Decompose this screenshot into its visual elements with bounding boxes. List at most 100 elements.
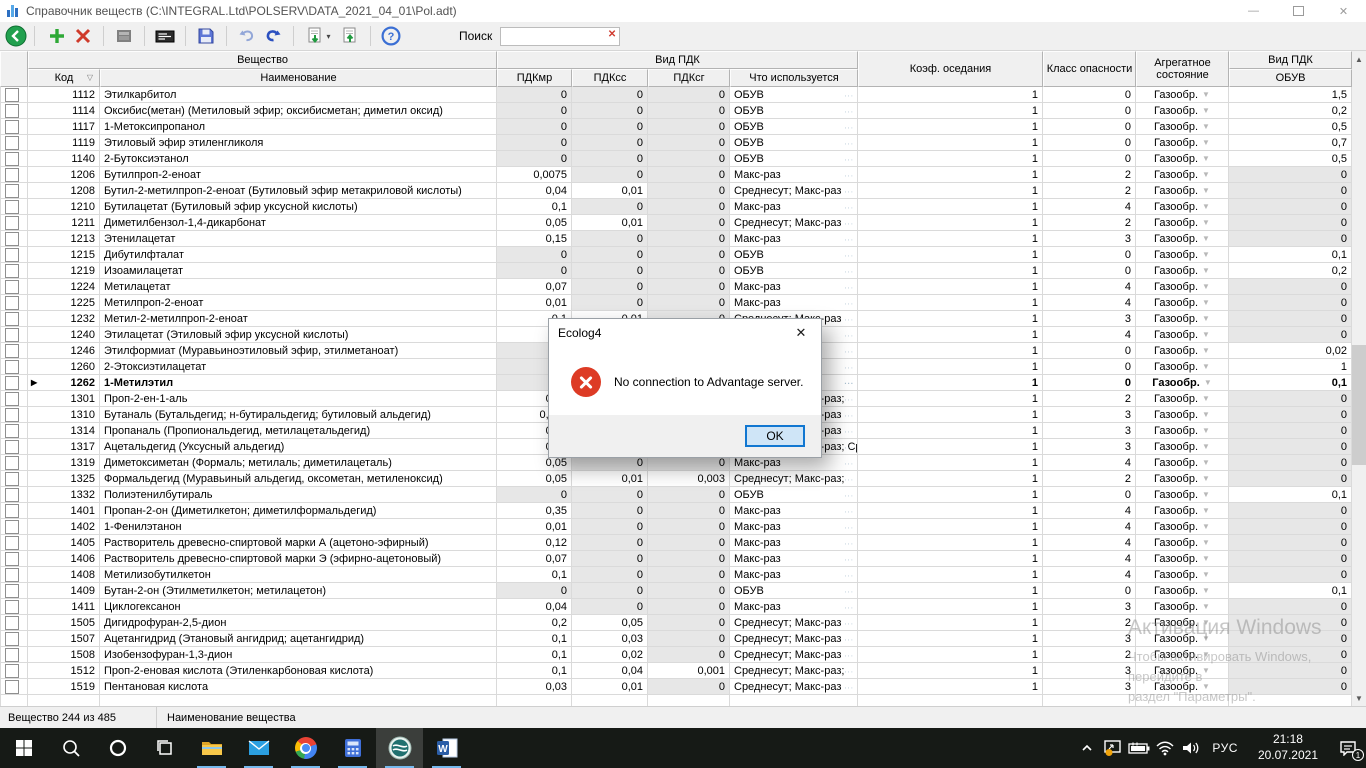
state-dropdown-icon[interactable]: ▼ <box>1202 122 1210 131</box>
cell-name[interactable]: Метилацетат <box>100 279 497 295</box>
row-checkbox[interactable] <box>0 503 28 519</box>
cell-obuv[interactable]: 0 <box>1229 535 1352 551</box>
cell-code[interactable]: 1314 <box>28 423 100 439</box>
cell-obuv[interactable]: 0 <box>1229 455 1352 471</box>
usage-ellipsis-button[interactable]: ∙∙∙ <box>844 619 854 628</box>
cell-koef[interactable]: 1 <box>858 375 1043 391</box>
cell-klass[interactable]: 2 <box>1043 391 1136 407</box>
usage-ellipsis-button[interactable]: ∙∙∙ <box>844 283 854 292</box>
cell-state[interactable]: Газообр.▼ <box>1136 135 1229 151</box>
cell-name[interactable]: Диметоксиметан (Формаль; метилаль; димет… <box>100 455 497 471</box>
cell-name[interactable]: 1-Фенилэтанон <box>100 519 497 535</box>
cell-usage[interactable]: ОБУВ∙∙∙ <box>730 135 858 151</box>
row-checkbox[interactable] <box>0 103 28 119</box>
checkbox-box[interactable] <box>5 584 19 598</box>
cell-state[interactable]: Газообр.▼ <box>1136 359 1229 375</box>
cell-koef[interactable]: 1 <box>858 119 1043 135</box>
cell-obuv[interactable]: 0 <box>1229 471 1352 487</box>
cell-klass[interactable]: 0 <box>1043 247 1136 263</box>
cell-state[interactable]: Газообр.▼ <box>1136 279 1229 295</box>
cell-koef[interactable]: 1 <box>858 151 1043 167</box>
tray-clock[interactable]: 21:18 20.07.2021 <box>1258 732 1318 763</box>
cell-code[interactable]: 1211 <box>28 215 100 231</box>
checkbox-box[interactable] <box>5 296 19 310</box>
cell-state[interactable]: Газообр.▼ <box>1136 519 1229 535</box>
cell-code[interactable]: 1406 <box>28 551 100 567</box>
cell-code[interactable]: 1401 <box>28 503 100 519</box>
cell-klass[interactable]: 4 <box>1043 519 1136 535</box>
cell-klass[interactable] <box>1043 695 1136 706</box>
cell-koef[interactable]: 1 <box>858 519 1043 535</box>
cell-koef[interactable]: 1 <box>858 263 1043 279</box>
cell-name[interactable]: Диметилбензол-1,4-дикарбонат <box>100 215 497 231</box>
cell-usage[interactable]: Макс-раз∙∙∙ <box>730 599 858 615</box>
cell-name[interactable]: Этиловый эфир этиленгликоля <box>100 135 497 151</box>
cell-state[interactable]: Газообр.▼ <box>1136 583 1229 599</box>
cell-usage[interactable]: Макс-раз∙∙∙ <box>730 551 858 567</box>
cell-usage[interactable]: ОБУВ∙∙∙ <box>730 487 858 503</box>
row-checkbox[interactable] <box>0 663 28 679</box>
usage-ellipsis-button[interactable]: ∙∙∙ <box>844 475 854 484</box>
row-checkbox[interactable] <box>0 231 28 247</box>
cell-usage[interactable]: Макс-раз∙∙∙ <box>730 295 858 311</box>
usage-ellipsis-button[interactable]: ∙∙∙ <box>844 315 854 324</box>
cell-code[interactable] <box>28 695 100 706</box>
cell-klass[interactable]: 3 <box>1043 663 1136 679</box>
state-dropdown-icon[interactable]: ▼ <box>1202 602 1210 611</box>
cell-state[interactable]: Газообр.▼ <box>1136 199 1229 215</box>
cell-pdkss[interactable]: 0 <box>572 535 648 551</box>
cell-pdksg[interactable]: 0 <box>648 87 730 103</box>
cell-pdkmr[interactable]: 0 <box>497 87 572 103</box>
cell-pdkmr[interactable]: 0,1 <box>497 647 572 663</box>
row-checkbox[interactable] <box>0 183 28 199</box>
cell-name[interactable]: Циклогексанон <box>100 599 497 615</box>
row-checkbox[interactable] <box>0 279 28 295</box>
cell-obuv[interactable]: 0 <box>1229 551 1352 567</box>
cell-code[interactable]: 1114 <box>28 103 100 119</box>
cell-pdkmr[interactable]: 0,04 <box>497 599 572 615</box>
search-input[interactable]: ✕ <box>500 27 620 46</box>
cell-pdksg[interactable]: 0 <box>648 215 730 231</box>
cell-usage[interactable]: Макс-раз∙∙∙ <box>730 567 858 583</box>
checkbox-box[interactable] <box>5 456 19 470</box>
usage-ellipsis-button[interactable]: ∙∙∙ <box>844 459 854 468</box>
cell-pdkmr[interactable]: 0,2 <box>497 615 572 631</box>
state-dropdown-icon[interactable]: ▼ <box>1202 170 1210 179</box>
cell-code[interactable]: 1405 <box>28 535 100 551</box>
row-checkbox[interactable] <box>0 119 28 135</box>
taskbar-word[interactable]: W <box>423 728 470 768</box>
scrollbar-thumb[interactable] <box>1352 345 1366 465</box>
cell-state[interactable]: Газообр.▼ <box>1136 391 1229 407</box>
task-view-button[interactable] <box>141 728 188 768</box>
cell-pdkmr[interactable]: 0 <box>497 583 572 599</box>
cell-koef[interactable]: 1 <box>858 87 1043 103</box>
cell-koef[interactable]: 1 <box>858 215 1043 231</box>
cell-klass[interactable]: 3 <box>1043 423 1136 439</box>
help-button[interactable]: ? <box>379 24 403 48</box>
cell-koef[interactable]: 1 <box>858 471 1043 487</box>
cell-koef[interactable]: 1 <box>858 663 1043 679</box>
row-checkbox[interactable] <box>0 455 28 471</box>
cell-koef[interactable]: 1 <box>858 551 1043 567</box>
action-center-button[interactable]: 1 <box>1330 728 1366 768</box>
checkbox-box[interactable] <box>5 216 19 230</box>
cell-klass[interactable]: 2 <box>1043 615 1136 631</box>
checkbox-box[interactable] <box>5 200 19 214</box>
cell-obuv[interactable]: 0 <box>1229 295 1352 311</box>
usage-ellipsis-button[interactable]: ∙∙∙ <box>844 603 854 612</box>
checkbox-box[interactable] <box>5 472 19 486</box>
state-dropdown-icon[interactable]: ▼ <box>1202 218 1210 227</box>
state-dropdown-icon[interactable]: ▼ <box>1202 458 1210 467</box>
cell-koef[interactable]: 1 <box>858 455 1043 471</box>
cell-klass[interactable]: 0 <box>1043 487 1136 503</box>
usage-ellipsis-button[interactable]: ∙∙∙ <box>844 555 854 564</box>
header-pdkss[interactable]: ПДКсс <box>572 69 648 87</box>
cell-pdkss[interactable]: 0 <box>572 167 648 183</box>
row-checkbox[interactable] <box>0 471 28 487</box>
header-code[interactable]: Код ▽ <box>28 69 100 87</box>
cell-state[interactable]: Газообр.▼ <box>1136 375 1229 391</box>
card-view-button[interactable] <box>112 24 136 48</box>
cell-pdksg[interactable]: 0 <box>648 535 730 551</box>
state-dropdown-icon[interactable]: ▼ <box>1202 666 1210 675</box>
cell-pdkmr[interactable]: 0,0075 <box>497 167 572 183</box>
